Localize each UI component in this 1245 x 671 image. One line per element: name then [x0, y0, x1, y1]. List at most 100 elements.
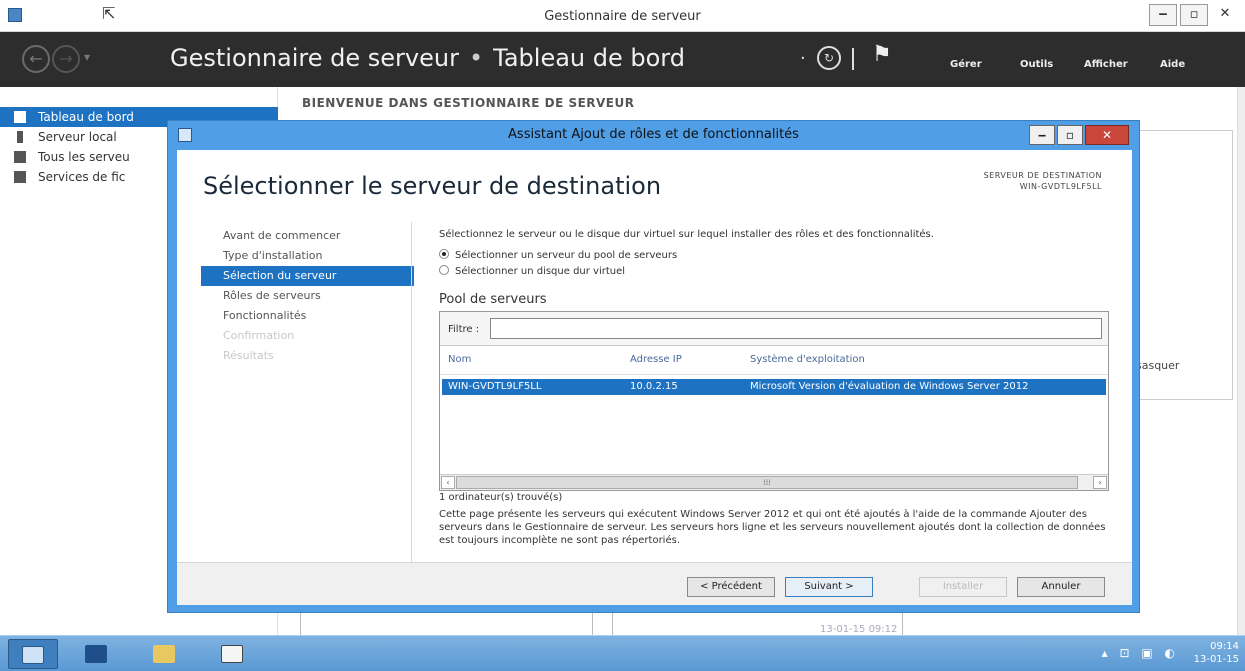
step-installation-type[interactable]: Type d'installation: [201, 246, 414, 266]
menu-manage[interactable]: Gérer: [950, 59, 982, 70]
breadcrumb-app: Gestionnaire de serveur: [170, 44, 459, 72]
header-divider: [852, 48, 854, 70]
radio-server-pool[interactable]: Sélectionner un serveur du pool de serve…: [439, 249, 677, 261]
app-taskbar-button[interactable]: [208, 639, 258, 669]
destination-server-name: WIN-GVDTL9LF5LL: [1019, 182, 1102, 191]
dialog-footer: < Précédent Suivant > Installer Annuler: [177, 563, 1132, 605]
step-confirmation: Confirmation: [223, 329, 295, 342]
window-titlebar: ⇱ Gestionnaire de serveur ‒ ▫ ✕: [0, 0, 1245, 32]
menu-tools[interactable]: Outils: [1020, 59, 1053, 70]
powershell-taskbar-button[interactable]: [72, 639, 122, 669]
scroll-right-icon[interactable]: ›: [1093, 476, 1107, 489]
column-header-ip[interactable]: Adresse IP: [630, 346, 682, 374]
step-server-roles[interactable]: Rôles de serveurs: [201, 286, 414, 306]
intro-text: Sélectionnez le serveur ou le disque dur…: [439, 229, 934, 240]
radio-label: Sélectionner un serveur du pool de serve…: [455, 250, 678, 261]
window-title: Gestionnaire de serveur: [544, 9, 701, 24]
step-results: Résultats: [223, 349, 274, 362]
forward-arrow-icon[interactable]: →: [52, 45, 80, 73]
found-count: 1 ordinateur(s) trouvé(s): [439, 492, 563, 503]
folder-icon: [153, 645, 175, 663]
sidebar-item-label: Tableau de bord: [38, 110, 134, 124]
destination-server-info: SERVEUR DE DESTINATION WIN-GVDTL9LF5LL: [984, 170, 1102, 192]
step-features[interactable]: Fonctionnalités: [201, 306, 414, 326]
system-tray: ▴ ⊡ ▣ ◐: [1102, 646, 1175, 660]
dialog-title: Assistant Ajout de rôles et de fonctionn…: [508, 127, 799, 142]
notifications-flag-icon[interactable]: ⚑: [872, 42, 892, 67]
tile-timestamp: 13-01-15 09:12: [820, 624, 898, 635]
next-button[interactable]: Suivant >: [785, 577, 873, 597]
cell-os: Microsoft Version d'évaluation de Window…: [750, 381, 1029, 392]
tile-divider: [592, 610, 593, 635]
cell-ip: 10.0.2.15: [630, 381, 678, 392]
step-server-selection[interactable]: Sélection du serveur: [201, 266, 414, 286]
steps-divider: [411, 222, 412, 584]
back-arrow-icon[interactable]: ←: [22, 45, 50, 73]
previous-button[interactable]: < Précédent: [687, 577, 775, 597]
scroll-thumb[interactable]: ⁞⁞⁞: [456, 476, 1078, 489]
cell-name: WIN-GVDTL9LF5LL: [448, 381, 542, 392]
history-dropdown-icon[interactable]: ▾: [84, 50, 90, 64]
tile-divider: [902, 610, 903, 635]
description-text: Cette page présente les serveurs qui exé…: [439, 509, 1106, 546]
tray-volume-icon[interactable]: ◐: [1165, 646, 1175, 660]
servers-icon: [14, 151, 26, 163]
cancel-button[interactable]: Annuler: [1017, 577, 1105, 597]
radio-label: Sélectionner un disque dur virtuel: [455, 266, 626, 277]
header-divider: [440, 374, 1108, 375]
radio-virtual-disk[interactable]: Sélectionner un disque dur virtuel: [439, 265, 625, 277]
tray-network-icon[interactable]: ⊡: [1119, 646, 1129, 660]
wizard-steps: Avant de commencer Type d'installation S…: [201, 226, 414, 366]
explorer-taskbar-button[interactable]: [140, 639, 190, 669]
welcome-title: BIENVENUE DANS GESTIONNAIRE DE SERVEUR: [302, 96, 635, 110]
refresh-dot-icon: ·: [800, 48, 806, 69]
radio-button[interactable]: [439, 265, 449, 275]
clock-time: 09:14: [1210, 641, 1239, 652]
dialog-body: Sélectionner le serveur de destination S…: [177, 150, 1132, 605]
filter-row: Filtre :: [440, 312, 1108, 346]
server-pool-title: Pool de serveurs: [439, 292, 547, 307]
server-manager-taskbar-button[interactable]: [8, 639, 58, 669]
dialog-maximize-button[interactable]: ▫: [1057, 125, 1083, 145]
powershell-icon: [85, 645, 107, 663]
column-header-name[interactable]: Nom: [448, 346, 471, 374]
filter-input[interactable]: [490, 318, 1102, 339]
server-manager-header: ← → ▾ Gestionnaire de serveur • Tableau de…: [0, 32, 1245, 87]
scroll-left-icon[interactable]: ‹: [441, 476, 455, 489]
hide-link[interactable]: sasquer: [1136, 359, 1179, 372]
tile-divider: [300, 610, 301, 635]
step-before-you-begin[interactable]: Avant de commencer: [201, 226, 414, 246]
sidebar-item-label: Tous les serveu: [38, 150, 130, 164]
dialog-close-button[interactable]: ✕: [1085, 125, 1129, 145]
tray-expand-icon[interactable]: ▴: [1102, 646, 1108, 660]
column-header-os[interactable]: Système d'exploitation: [750, 346, 865, 374]
destination-label: SERVEUR DE DESTINATION: [983, 171, 1102, 180]
install-button: Installer: [919, 577, 1007, 597]
filter-label: Filtre :: [448, 324, 480, 335]
clock-date: 13-01-15: [1193, 654, 1239, 665]
table-row[interactable]: WIN-GVDTL9LF5LL 10.0.2.15 Microsoft Vers…: [442, 379, 1106, 395]
tray-monitor-icon[interactable]: ▣: [1141, 646, 1152, 660]
maximize-button[interactable]: ▫: [1180, 4, 1208, 26]
taskbar-clock[interactable]: 09:14 13-01-15: [1194, 640, 1239, 666]
dialog-minimize-button[interactable]: ‒: [1029, 125, 1055, 145]
server-pool-list: Filtre : Nom Adresse IP Système d'exploi…: [439, 311, 1109, 491]
menu-help[interactable]: Aide: [1160, 59, 1185, 70]
menu-view[interactable]: Afficher: [1084, 59, 1128, 70]
sidebar-item-label: Serveur local: [38, 130, 117, 144]
file-services-icon: [14, 171, 26, 183]
minimize-button[interactable]: ‒: [1149, 4, 1177, 26]
taskbar: ▴ ⊡ ▣ ◐ 09:14 13-01-15: [0, 635, 1245, 671]
radio-button-checked[interactable]: [439, 249, 449, 259]
tile-divider: [612, 610, 613, 635]
dialog-window-controls: ‒ ▫ ✕: [1027, 125, 1129, 145]
main-scrollbar[interactable]: [1237, 87, 1245, 635]
close-button[interactable]: ✕: [1211, 4, 1239, 26]
refresh-icon[interactable]: ↻: [817, 46, 841, 70]
sidebar-item-label: Services de fic: [38, 170, 126, 184]
horizontal-scrollbar[interactable]: ‹ ⁞⁞⁞ ›: [440, 474, 1108, 490]
breadcrumb: Gestionnaire de serveur • Tableau de bord: [170, 44, 685, 72]
server-manager-icon: [22, 646, 44, 664]
breadcrumb-separator: •: [468, 44, 484, 72]
dashboard-icon: [14, 111, 26, 123]
